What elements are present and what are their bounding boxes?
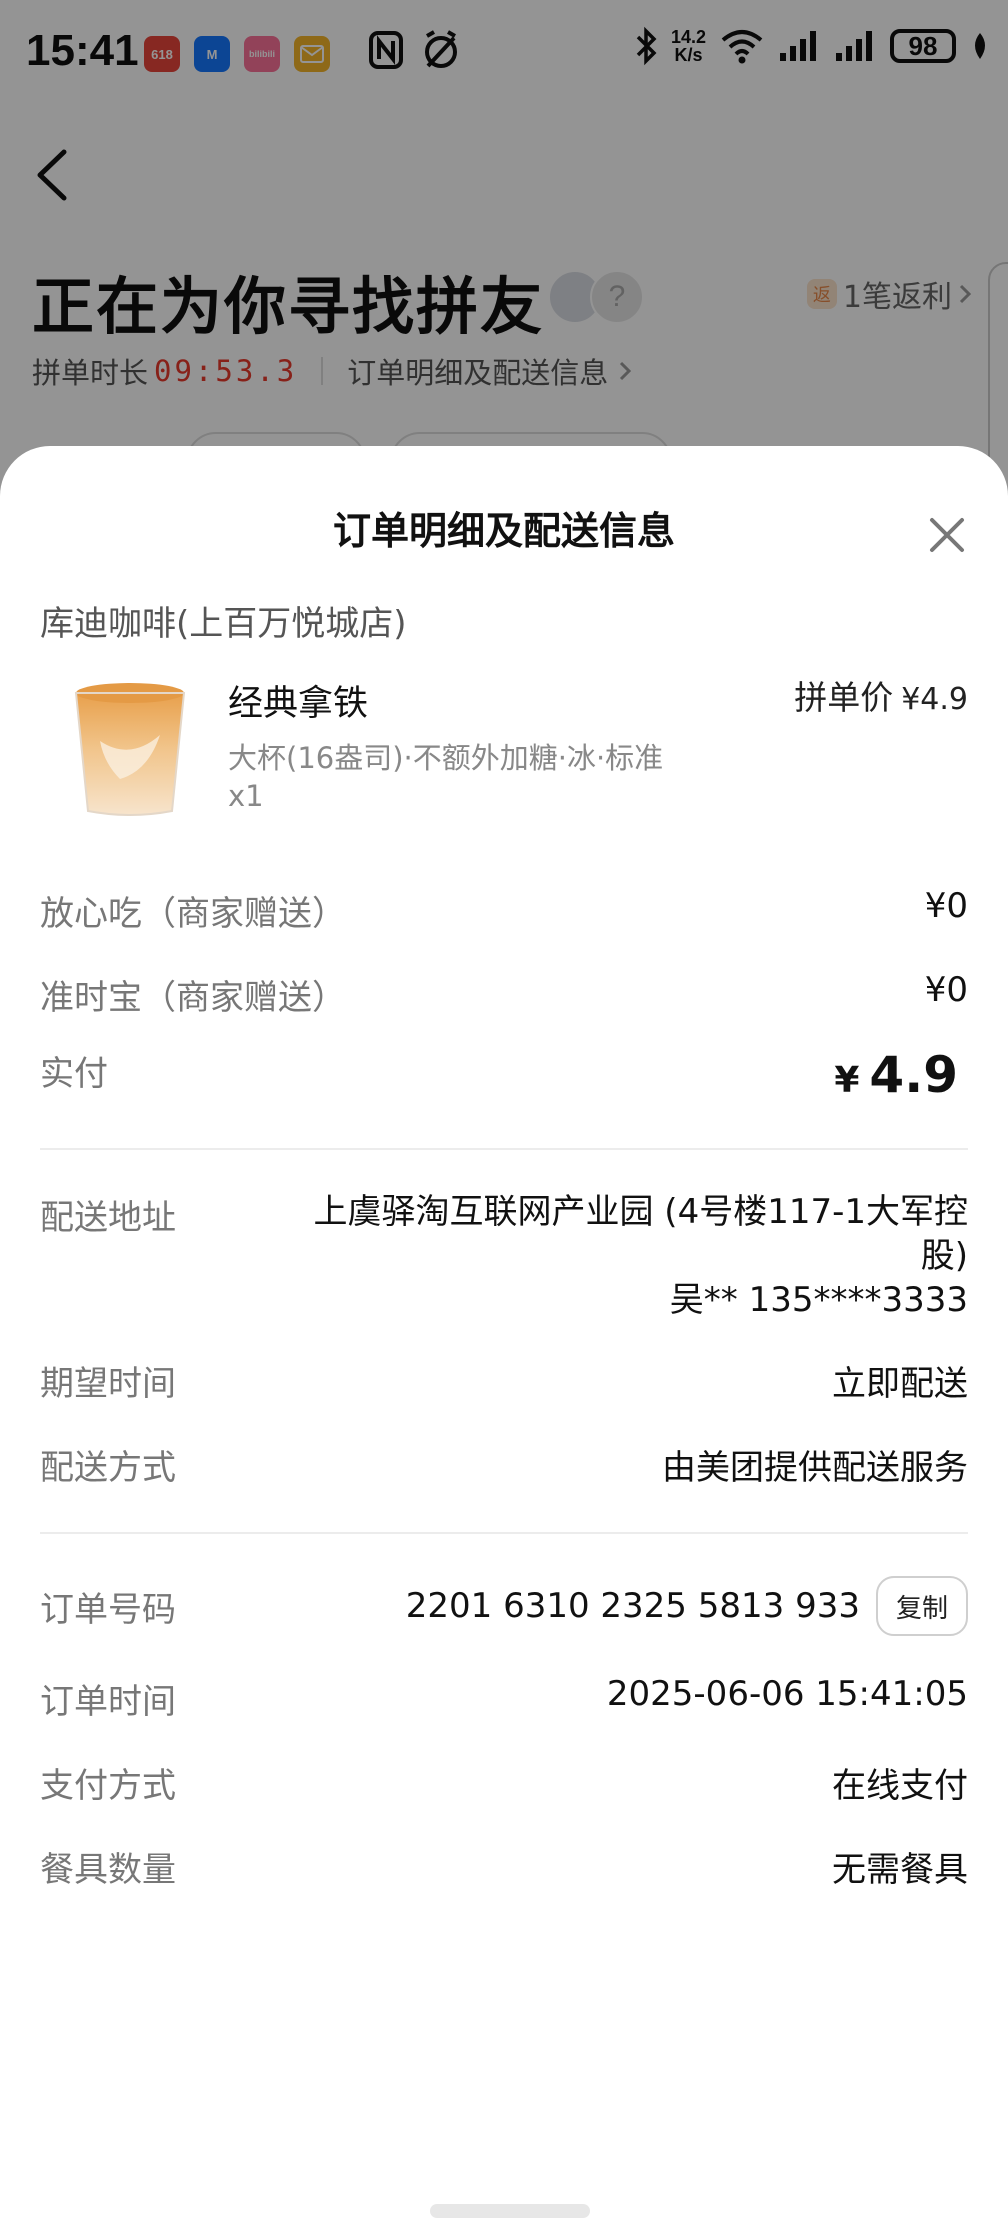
paid-currency: ¥ xyxy=(834,1060,860,1101)
latte-image xyxy=(74,683,186,816)
fee-row-ontime: 准时宝（商家赠送） ¥0 xyxy=(40,970,968,1019)
divider xyxy=(40,1148,968,1150)
paid-amount: ¥4.9 xyxy=(834,1046,958,1104)
order-detail-sheet: 订单明细及配送信息 库迪咖啡(上百万悦城店) 经典拿铁 大杯(16盎司)·不额外… xyxy=(0,446,1008,2232)
utensils-value: 无需餐具 xyxy=(832,1850,968,1890)
product-spec: 大杯(16盎司)·不额外加糖·冰·标准 xyxy=(228,741,664,775)
close-icon[interactable] xyxy=(926,514,968,556)
paid-label: 实付 xyxy=(40,1054,108,1094)
shop-name: 库迪咖啡(上百万悦城店) xyxy=(40,604,407,644)
price-label: 拼单价 xyxy=(794,678,894,717)
paid-row: 实付 ¥4.9 xyxy=(40,1046,968,1104)
delivery-method-label: 配送方式 xyxy=(40,1448,176,1488)
payment-method-value: 在线支付 xyxy=(832,1766,968,1806)
sheet-title: 订单明细及配送信息 xyxy=(332,509,675,553)
copy-button[interactable]: 复制 xyxy=(875,1576,968,1636)
fee-value: ¥0 xyxy=(924,886,968,926)
expected-time-value: 立即配送 xyxy=(832,1364,968,1404)
expected-time-label: 期望时间 xyxy=(40,1364,176,1404)
fee-label: 放心吃（商家赠送） xyxy=(40,894,346,934)
home-indicator[interactable] xyxy=(430,2204,590,2218)
address-label: 配送地址 xyxy=(40,1198,176,1238)
order-time-value: 2025-06-06 15:41:05 xyxy=(606,1674,968,1714)
fee-row-assurance: 放心吃（商家赠送） ¥0 xyxy=(40,886,968,935)
order-number-value: 2201 6310 2325 5813 933 xyxy=(405,1586,860,1626)
product-price: 拼单价 ¥4.9 xyxy=(794,671,968,719)
price-value: ¥4.9 xyxy=(901,682,968,717)
paid-amount-value: 4.9 xyxy=(869,1046,958,1104)
product-name: 经典拿铁 xyxy=(228,684,369,724)
delivery-method-value: 由美团提供配送服务 xyxy=(662,1448,968,1488)
order-time-row: 订单时间 2025-06-06 15:41:05 xyxy=(40,1674,968,1723)
divider xyxy=(40,1532,968,1534)
contact-info: 吴** 135****3333 xyxy=(669,1280,968,1320)
utensils-label: 餐具数量 xyxy=(40,1850,176,1890)
expected-time-row: 期望时间 立即配送 xyxy=(40,1356,968,1405)
payment-method-label: 支付方式 xyxy=(40,1766,176,1806)
delivery-method-row: 配送方式 由美团提供配送服务 xyxy=(40,1440,968,1489)
product-item: 经典拿铁 大杯(16盎司)·不额外加糖·冰·标准 x1 拼单价 ¥4.9 xyxy=(40,671,968,841)
address-value: 上虞驿淘互联网产业园 (4号楼117-1大军控 股) 吴** 135****33… xyxy=(248,1190,969,1322)
order-number-label: 订单号码 xyxy=(40,1589,176,1630)
order-number-row: 订单号码 2201 6310 2325 5813 933 复制 xyxy=(40,1576,968,1636)
fee-label: 准时宝（商家赠送） xyxy=(40,978,346,1018)
utensils-row: 餐具数量 无需餐具 xyxy=(40,1842,968,1891)
order-time-label: 订单时间 xyxy=(40,1682,176,1722)
address-line: 上虞驿淘互联网产业园 (4号楼117-1大军控 xyxy=(313,1192,969,1232)
payment-method-row: 支付方式 在线支付 xyxy=(40,1758,968,1807)
delivery-address-row: 配送地址 上虞驿淘互联网产业园 (4号楼117-1大军控 股) 吴** 135*… xyxy=(40,1190,968,1322)
fee-value: ¥0 xyxy=(924,970,968,1010)
order-number-group: 2201 6310 2325 5813 933 复制 xyxy=(406,1576,968,1636)
address-line: 股) xyxy=(920,1236,968,1276)
product-quantity: x1 xyxy=(228,779,264,813)
